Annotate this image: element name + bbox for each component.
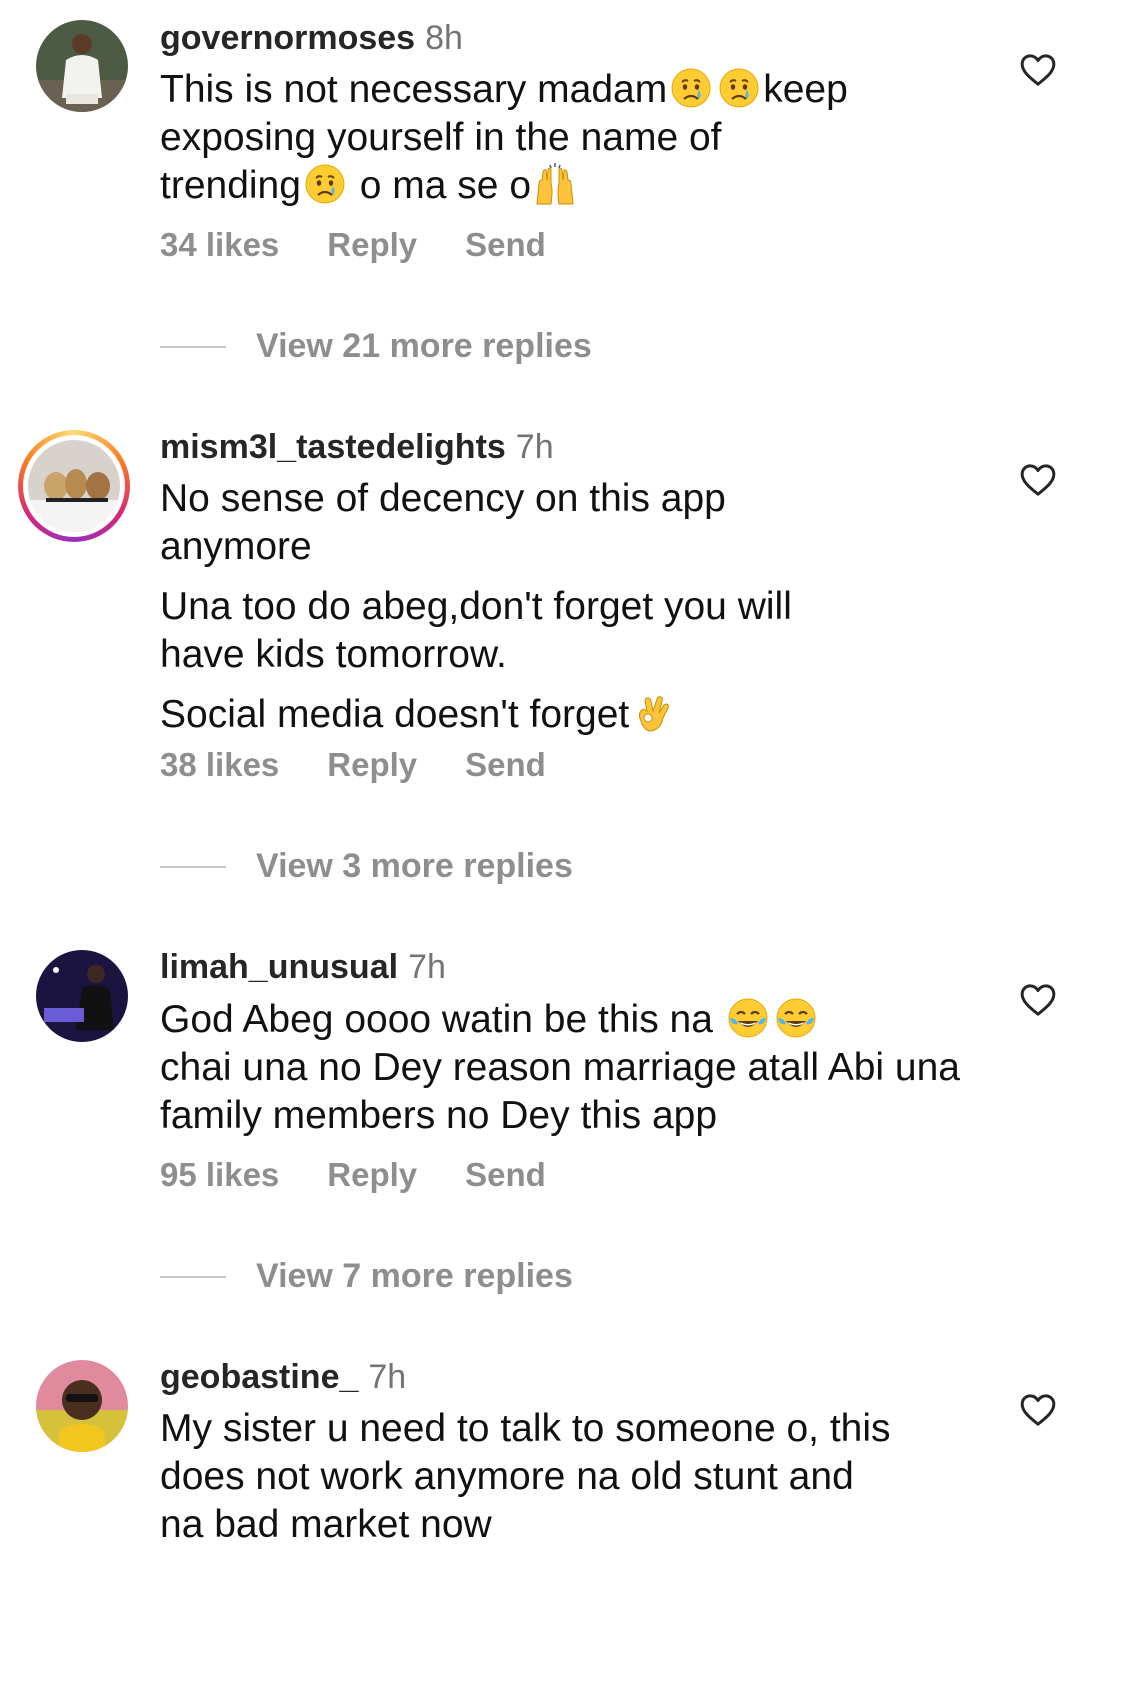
heart-icon[interactable] [1018,1390,1058,1430]
avatar[interactable] [36,950,128,1042]
username[interactable]: mism3l_tastedelights [160,428,506,466]
timestamp: 7h [515,428,554,466]
likes-count[interactable]: 34 likes [160,226,279,263]
raising-hands-emoji-icon [533,162,577,206]
comment-text: No sense of decency on this app anymore … [160,477,792,736]
send-button[interactable]: Send [465,226,546,263]
comment-header: geobastine_ 7h [160,1357,406,1397]
comment-text: God Abeg oooo watin be this na chai una … [160,996,960,1137]
heart-icon[interactable] [1018,460,1058,500]
crying-face-emoji-icon [669,66,713,110]
crying-face-emoji-icon [717,66,761,110]
comment-text: This is not necessary madam keep exposing… [160,66,848,207]
heart-icon[interactable] [1018,50,1058,90]
divider-line [160,866,226,868]
timestamp: 7h [408,948,446,986]
send-button[interactable]: Send [465,746,546,783]
timestamp: 8h [425,19,463,57]
comment-header: mism3l_tastedelights 7h [160,427,554,467]
avatar[interactable] [18,430,130,542]
timestamp: 7h [368,1358,407,1396]
face-with-tears-of-joy-emoji-icon [774,996,818,1040]
comment-actions: 38 likes Reply Send [160,746,594,784]
avatar[interactable] [36,20,128,112]
comment-text: My sister u need to talk to someone o, t… [160,1407,891,1546]
comment-actions: 95 likes Reply Send [160,1156,594,1194]
send-button[interactable]: Send [465,1156,546,1193]
likes-count[interactable]: 95 likes [160,1156,279,1193]
reply-button[interactable]: Reply [327,746,417,783]
username[interactable]: limah_unusual [160,948,398,986]
avatar[interactable] [36,1360,128,1452]
username[interactable]: governormoses [160,19,415,57]
reply-button[interactable]: Reply [327,226,417,263]
likes-count[interactable]: 38 likes [160,746,279,783]
comment-header: limah_unusual 7h [160,947,446,987]
comment-actions: 34 likes Reply Send [160,226,594,264]
divider-line [160,346,226,348]
reply-button[interactable]: Reply [327,1156,417,1193]
comment-header: governormoses 8h [160,18,463,58]
username[interactable]: geobastine_ [160,1358,358,1396]
ok-hand-emoji-icon [631,691,675,735]
crying-face-emoji-icon [303,162,347,206]
face-with-tears-of-joy-emoji-icon [726,996,770,1040]
heart-icon[interactable] [1018,980,1058,1020]
divider-line [160,1276,226,1278]
